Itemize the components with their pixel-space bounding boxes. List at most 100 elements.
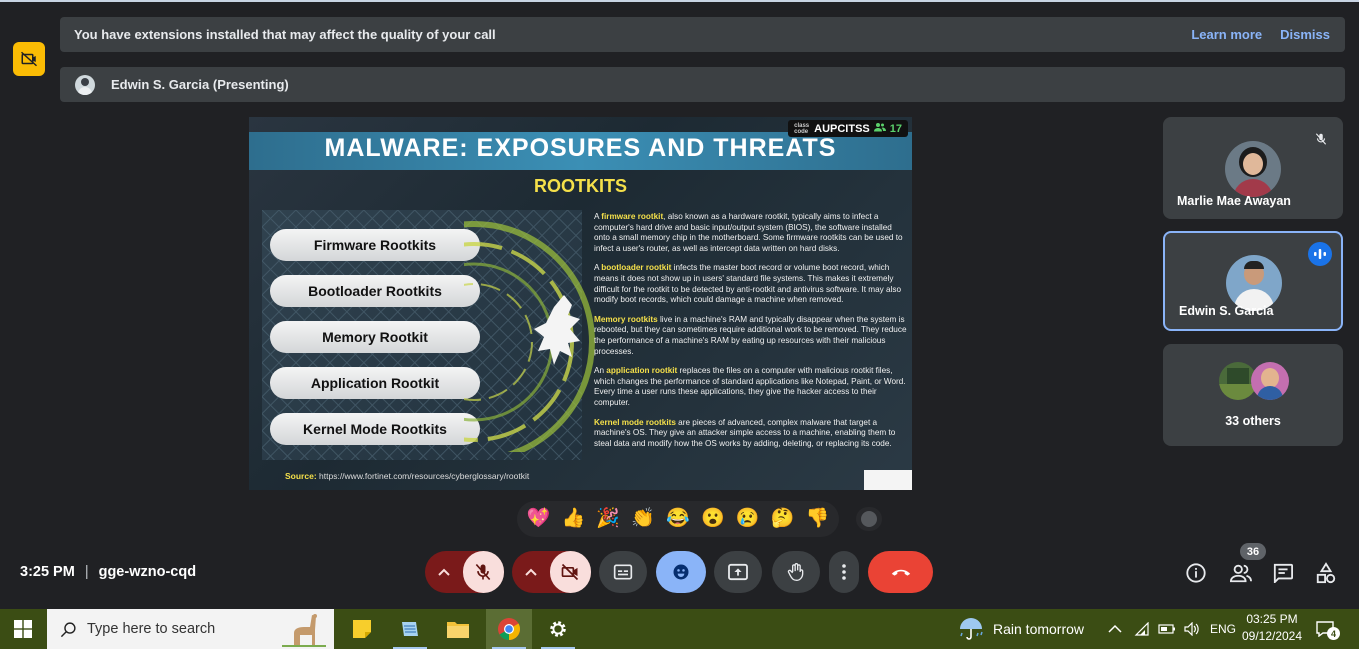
taskbar-sticky-notes[interactable] (339, 609, 385, 649)
dismiss-button[interactable]: Dismiss (1280, 27, 1330, 42)
taskbar-chrome[interactable] (486, 609, 532, 649)
paragraph-firmware: A firmware rootkit, also known as a hard… (594, 212, 903, 253)
paragraph-kernel: Kernel mode rootkits are pieces of advan… (594, 417, 896, 448)
rootkit-type-application: Application Rootkit (270, 367, 480, 399)
more-options-button[interactable] (829, 551, 859, 593)
reaction-thumbs-up[interactable]: 👍 (561, 509, 585, 529)
meeting-details-button[interactable] (1184, 561, 1208, 585)
people-button[interactable] (1229, 561, 1253, 585)
top-border (0, 0, 1359, 2)
reaction-surprised[interactable]: 😮 (701, 509, 725, 529)
search-placeholder: Type here to search (87, 621, 216, 637)
slide-corner-logo (864, 470, 912, 490)
leave-call-button[interactable] (868, 551, 933, 593)
raise-hand-button[interactable] (772, 551, 820, 593)
presenter-avatar (75, 74, 95, 95)
people-icon (873, 122, 886, 135)
reaction-party[interactable]: 🎉 (596, 509, 620, 529)
class-code-label: class code (794, 122, 810, 135)
participant-tile-marlie[interactable]: Marlie Mae Awayan (1163, 117, 1343, 219)
participant-name: Edwin S. Garcia (1179, 304, 1274, 318)
reaction-laugh[interactable]: 😂 (666, 509, 690, 529)
meeting-time: 3:25 PM (20, 564, 75, 580)
chevron-up-icon (525, 568, 537, 576)
camera-toggle-button[interactable] (549, 551, 591, 593)
muted-mic-icon (1311, 129, 1331, 149)
activities-icon (1316, 562, 1336, 584)
presenter-bar: Edwin S. Garcia (Presenting) (60, 67, 1345, 102)
participant-tile-edwin[interactable]: Edwin S. Garcia (1163, 231, 1343, 331)
reaction-clap[interactable]: 👏 (631, 509, 655, 529)
speaking-indicator-icon (1308, 242, 1332, 266)
slide-subtitle: ROOTKITS (534, 176, 627, 196)
chat-button[interactable] (1271, 561, 1295, 585)
taskbar-search[interactable]: Type here to search (47, 609, 334, 649)
circuit-rings-graphic (464, 221, 595, 452)
volume-icon[interactable] (1184, 622, 1200, 636)
present-screen-button[interactable] (714, 551, 762, 593)
settings-gear-icon (550, 621, 566, 637)
paragraph-application: An application rootkit replaces the file… (594, 366, 906, 407)
presenter-label: Edwin S. Garcia (Presenting) (111, 77, 289, 92)
wifi-icon[interactable] (1134, 622, 1150, 636)
rootkit-type-memory: Memory Rootkit (270, 321, 480, 353)
others-count-label: 33 others (1225, 414, 1281, 428)
chevron-up-icon[interactable] (1108, 624, 1122, 634)
learn-more-link[interactable]: Learn more (1191, 27, 1262, 42)
reaction-thinking[interactable]: 🤔 (771, 509, 795, 529)
taskbar-file-explorer[interactable] (435, 609, 481, 649)
closed-captions-icon (613, 564, 633, 580)
clock-time: 03:25 PM (1246, 612, 1298, 626)
skin-tone-button[interactable] (856, 507, 882, 531)
action-center-button[interactable]: 4 (1316, 619, 1344, 641)
notification-count-badge: 4 (1327, 627, 1340, 640)
other-participant-avatar (1251, 362, 1289, 400)
meeting-code: gge-wzno-cqd (98, 564, 197, 580)
umbrella-rain-icon (960, 618, 983, 640)
chevron-up-icon (438, 568, 450, 576)
raise-hand-icon (787, 563, 804, 582)
reactions-button[interactable] (656, 551, 706, 593)
llama-illustration-icon (282, 614, 326, 647)
slide-source: Source: https://www.fortinet.com/resourc… (285, 471, 529, 481)
camera-options-button[interactable] (512, 568, 550, 576)
participant-name: Marlie Mae Awayan (1177, 194, 1291, 208)
presentation-slide: MALWARE: EXPOSURES AND THREATS ROOTKITS … (249, 117, 912, 490)
extension-warning-icon[interactable] (13, 42, 45, 76)
participant-tile-others[interactable]: 33 others (1163, 344, 1343, 446)
chat-icon (1273, 563, 1293, 583)
activities-button[interactable] (1314, 561, 1338, 585)
start-button[interactable] (0, 609, 46, 649)
camera-control (512, 551, 591, 593)
battery-icon[interactable] (1158, 623, 1176, 635)
reaction-heart[interactable]: 💖 (527, 509, 551, 529)
meeting-info: 3:25 PM | gge-wzno-cqd (20, 564, 196, 580)
slide-body-text: A firmware rootkit, also known as a hard… (594, 212, 907, 458)
participant-avatar (1225, 141, 1281, 197)
reaction-sad[interactable]: 😢 (736, 509, 760, 529)
taskbar-settings[interactable] (535, 609, 581, 649)
weather-text: Rain tomorrow (993, 621, 1085, 637)
class-code-badge: class code AUPCITSS 17 (788, 120, 908, 137)
notepad-icon (402, 622, 418, 636)
microphone-control (425, 551, 504, 593)
notification-message: You have extensions installed that may a… (74, 27, 496, 42)
captions-button[interactable] (599, 551, 647, 593)
weather-widget[interactable]: Rain tomorrow (958, 609, 1084, 649)
people-icon (1230, 564, 1252, 583)
present-screen-icon (728, 563, 748, 581)
more-vert-icon (842, 564, 846, 580)
participant-avatar (1226, 255, 1282, 311)
mic-toggle-button[interactable] (462, 551, 504, 593)
paragraph-memory: Memory rootkits live in a machine's RAM … (594, 314, 907, 356)
mic-off-icon (475, 563, 491, 581)
mic-options-button[interactable] (425, 568, 463, 576)
skin-tone-icon (861, 511, 877, 527)
taskbar-clock[interactable]: 03:25 PM 09/12/2024 (1232, 611, 1312, 645)
reaction-bar: 💖 👍 🎉 👏 😂 😮 😢 🤔 👎 (517, 501, 839, 537)
reaction-thumbs-down[interactable]: 👎 (806, 509, 830, 529)
class-code-value: AUPCITSS (814, 122, 870, 135)
people-count-badge: 36 (1240, 543, 1266, 560)
taskbar-notepad[interactable] (387, 609, 433, 649)
rootkit-type-bootloader: Bootloader Rootkits (270, 275, 480, 307)
